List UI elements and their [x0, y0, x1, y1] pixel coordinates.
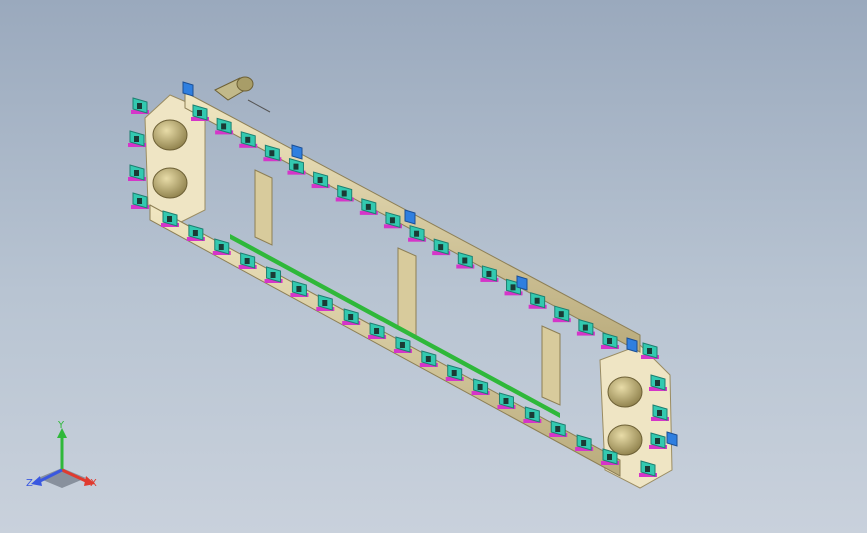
blue-bracket: [666, 431, 678, 447]
blue-bracket: [516, 275, 528, 291]
blue-bracket: [182, 81, 194, 97]
conveyor-model[interactable]: Y X Z: [0, 0, 867, 533]
bottom-carrier: [419, 350, 438, 367]
blue-bracket: [291, 144, 303, 160]
green-guide-rail: [230, 234, 560, 418]
left-lower-roller: [152, 167, 188, 199]
drive-motor: [214, 76, 271, 113]
left-upper-roller: [152, 119, 188, 151]
end-carrier: [128, 164, 146, 181]
right-lower-roller: [607, 424, 643, 456]
bottom-carrier: [393, 336, 412, 353]
bottom-carrier: [368, 322, 387, 339]
bottom-carrier: [445, 364, 464, 381]
bottom-carrier: [523, 406, 542, 423]
end-carrier: [131, 97, 149, 114]
bottom-carrier: [575, 434, 594, 451]
post-2: [397, 247, 417, 337]
bottom-carrier: [549, 420, 568, 437]
cad-viewport[interactable]: Y X Z: [0, 0, 867, 533]
y-axis-label: Y: [57, 420, 65, 431]
bottom-carrier: [342, 308, 361, 325]
bottom-carrier: [264, 266, 283, 283]
end-carrier: [128, 130, 146, 147]
bottom-carrier: [212, 238, 231, 255]
post-3: [541, 325, 561, 406]
end-carrier: [131, 192, 149, 209]
bottom-carrier: [186, 224, 205, 241]
end-carrier: [641, 342, 659, 359]
blue-bracket: [404, 209, 416, 225]
bottom-carrier: [238, 252, 257, 269]
coordinate-triad[interactable]: Y X Z: [26, 420, 97, 489]
bottom-carrier: [497, 392, 516, 409]
x-axis-label: X: [90, 478, 97, 489]
post-1: [254, 169, 273, 246]
right-upper-roller: [607, 376, 643, 408]
bottom-carrier: [471, 378, 490, 395]
bottom-carrier: [316, 294, 335, 311]
bottom-carrier: [290, 280, 309, 297]
z-axis-label: Z: [26, 478, 33, 489]
blue-bracket: [626, 337, 638, 353]
